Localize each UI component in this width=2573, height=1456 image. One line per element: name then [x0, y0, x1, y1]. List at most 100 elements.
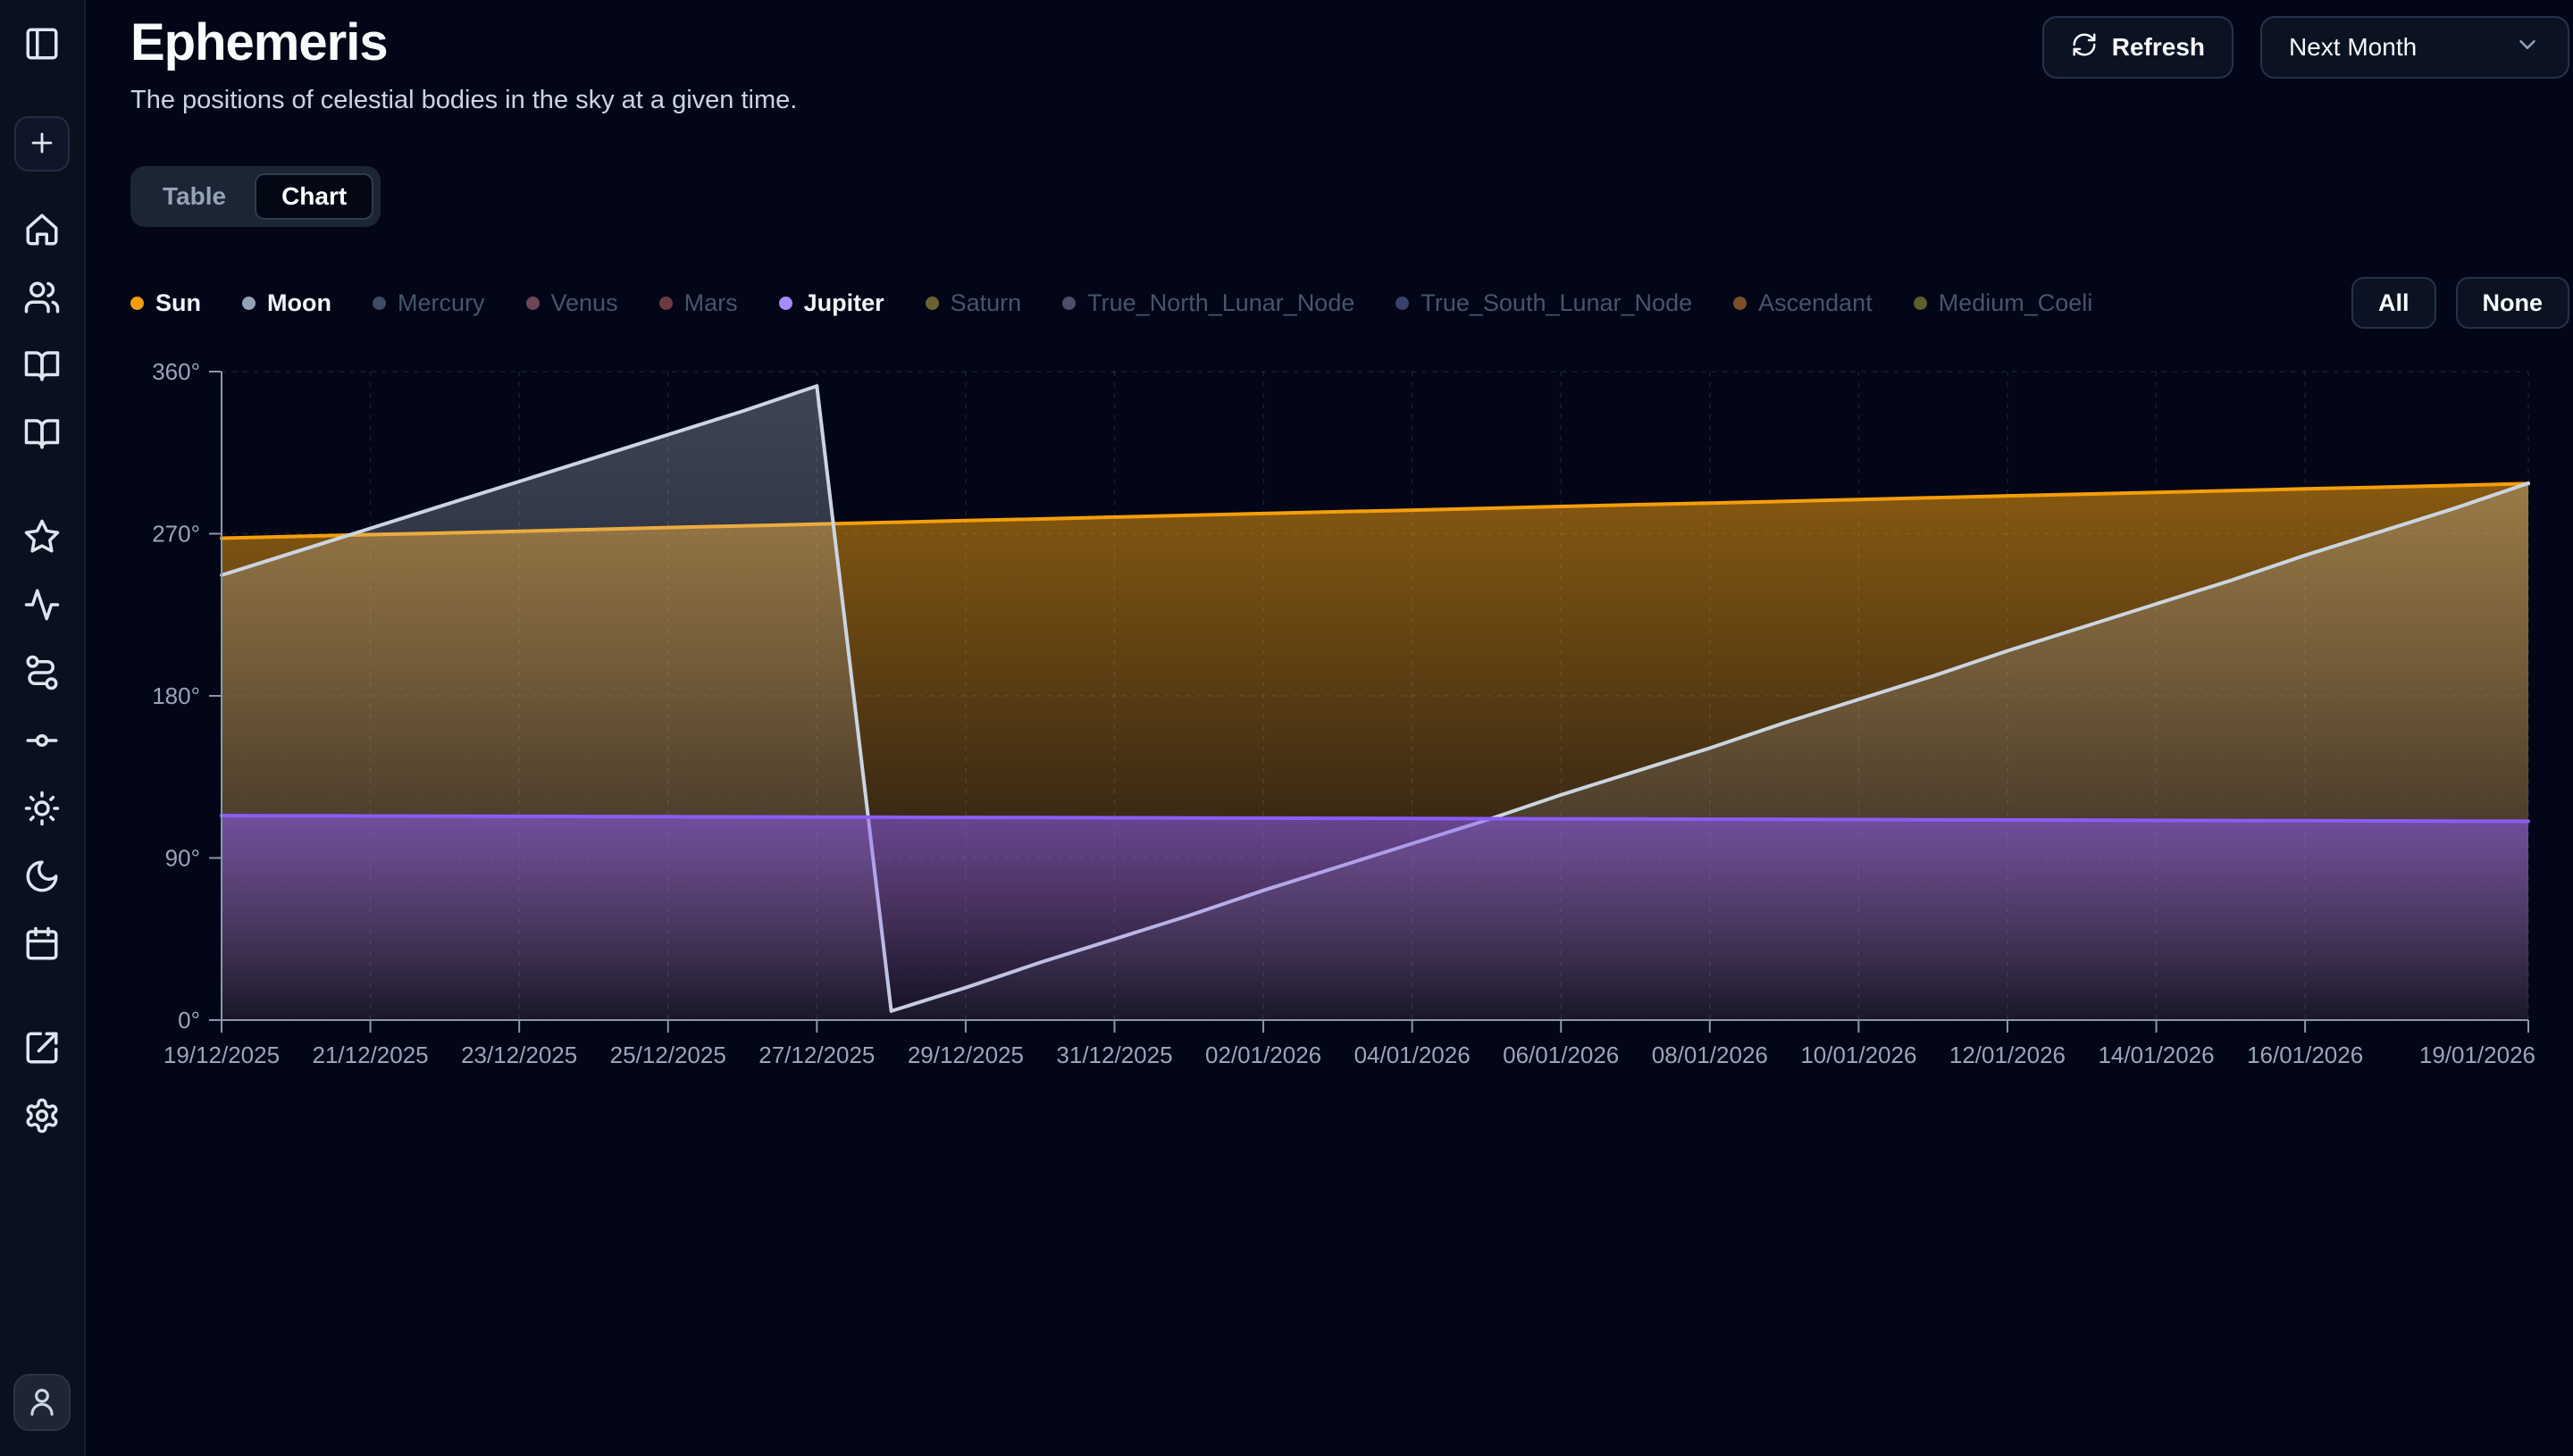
book-open-icon: [23, 414, 61, 455]
legend-item-ascendant[interactable]: Ascendant: [1733, 289, 1873, 317]
route-icon: [23, 654, 61, 694]
sidebar-item-route[interactable]: [21, 652, 63, 695]
legend-label: Saturn: [951, 289, 1022, 317]
legend-dot: [130, 297, 144, 310]
y-axis-tick-label: 360°: [152, 358, 200, 385]
user-avatar-button[interactable]: [13, 1374, 71, 1431]
legend-dot: [242, 297, 256, 310]
legend-dot: [779, 297, 792, 310]
x-axis-tick-label: 16/01/2026: [2247, 1042, 2363, 1068]
x-axis-tick-label: 04/01/2026: [1354, 1042, 1471, 1068]
sidebar-item-reference[interactable]: [21, 413, 63, 456]
period-select-value: Next Month: [2289, 33, 2417, 62]
legend-label: True_North_Lunar_Node: [1087, 289, 1354, 317]
refresh-button[interactable]: Refresh: [2042, 16, 2234, 79]
x-axis-tick-label: 19/12/2025: [163, 1042, 280, 1068]
legend-item-medium_coeli[interactable]: Medium_Coeli: [1914, 289, 2093, 317]
new-item-button[interactable]: [14, 116, 70, 172]
legend-item-venus[interactable]: Venus: [526, 289, 618, 317]
legend-item-jupiter[interactable]: Jupiter: [779, 289, 884, 317]
panel-left-icon: [23, 25, 61, 65]
x-axis-tick-label: 21/12/2025: [313, 1042, 429, 1068]
sidebar-item-transits[interactable]: [21, 584, 63, 627]
legend-label: True_South_Lunar_Node: [1421, 289, 1692, 317]
page-subtitle: The positions of celestial bodies in the…: [130, 84, 797, 116]
period-select[interactable]: Next Month: [2260, 16, 2569, 79]
legend-dot: [1733, 297, 1747, 310]
chevron-down-icon: [2514, 31, 2541, 64]
legend-label: Mars: [684, 289, 738, 317]
y-axis-tick-label: 90°: [165, 845, 200, 872]
sidebar-item-moon[interactable]: [21, 856, 63, 899]
legend-all-button[interactable]: All: [2351, 277, 2436, 329]
sidebar-item-sun[interactable]: [21, 788, 63, 831]
x-axis-tick-label: 10/01/2026: [1800, 1042, 1916, 1068]
sidebar: [0, 0, 86, 1456]
legend-item-mercury[interactable]: Mercury: [373, 289, 485, 317]
page-title: Ephemeris: [130, 14, 797, 71]
x-axis-tick-label: 02/01/2026: [1205, 1042, 1321, 1068]
legend-none-button[interactable]: None: [2456, 277, 2570, 329]
legend-item-mars[interactable]: Mars: [659, 289, 738, 317]
x-axis-tick-label: 06/01/2026: [1503, 1042, 1619, 1068]
sidebar-item-external[interactable]: [21, 1027, 63, 1070]
main-content: Ephemeris The positions of celestial bod…: [86, 0, 2573, 1456]
calendar-icon: [23, 925, 61, 966]
view-tabs: Table Chart: [130, 166, 381, 227]
activity-icon: [23, 586, 61, 626]
x-axis-tick-label: 14/01/2026: [2098, 1042, 2214, 1068]
git-commit-icon: [23, 722, 61, 762]
legend-label: Sun: [155, 289, 201, 317]
x-axis-tick-label: 27/12/2025: [758, 1042, 875, 1068]
legend-label: Venus: [551, 289, 618, 317]
sidebar-item-library[interactable]: [21, 345, 63, 388]
legend-dot: [926, 297, 939, 310]
star-icon: [23, 518, 61, 558]
refresh-button-label: Refresh: [2112, 33, 2205, 62]
x-axis-tick-label: 25/12/2025: [610, 1042, 726, 1068]
x-axis-tick-label: 23/12/2025: [461, 1042, 577, 1068]
sidebar-item-calendar[interactable]: [21, 924, 63, 966]
legend-label: Mercury: [398, 289, 485, 317]
x-axis-tick-label: 29/12/2025: [908, 1042, 1024, 1068]
x-axis-tick-label: 31/12/2025: [1056, 1042, 1172, 1068]
sidebar-item-home[interactable]: [21, 209, 63, 252]
sidebar-toggle-button[interactable]: [21, 23, 63, 66]
moon-icon: [23, 858, 61, 898]
x-axis-tick-label: 12/01/2026: [1949, 1042, 2066, 1068]
external-link-icon: [23, 1029, 61, 1069]
legend-dot: [659, 297, 673, 310]
tab-table[interactable]: Table: [138, 173, 251, 220]
y-axis-tick-label: 180°: [152, 682, 200, 709]
x-axis-tick-label: 08/01/2026: [1652, 1042, 1768, 1068]
legend-dot: [1395, 297, 1409, 310]
sidebar-item-people[interactable]: [21, 277, 63, 320]
ephemeris-chart[interactable]: 0°90°180°270°360°19/12/202521/12/202523/…: [130, 357, 2569, 1072]
users-icon: [23, 279, 61, 319]
legend-dot: [1062, 297, 1076, 310]
chart-canvas[interactable]: 0°90°180°270°360°19/12/202521/12/202523/…: [130, 357, 2569, 1072]
legend-dot: [526, 297, 540, 310]
tab-chart[interactable]: Chart: [255, 173, 373, 220]
legend-dot: [373, 297, 386, 310]
legend-item-sun[interactable]: Sun: [130, 289, 201, 317]
home-icon: [23, 211, 61, 251]
x-axis-tick-label: 19/01/2026: [2419, 1042, 2535, 1068]
sun-icon: [23, 790, 61, 830]
user-icon: [25, 1385, 59, 1421]
legend-item-moon[interactable]: Moon: [242, 289, 331, 317]
plus-icon: [27, 128, 57, 161]
legend-label: Medium_Coeli: [1939, 289, 2093, 317]
y-axis-tick-label: 0°: [178, 1007, 200, 1033]
chart-legend: Sun Moon Mercury Venus Mars Jupiter Saturn True…: [130, 289, 2133, 317]
legend-item-true_north_lunar_node[interactable]: True_North_Lunar_Node: [1062, 289, 1354, 317]
legend-label: Moon: [267, 289, 331, 317]
legend-label: Ascendant: [1758, 289, 1873, 317]
sidebar-item-favorites[interactable]: [21, 516, 63, 559]
legend-item-saturn[interactable]: Saturn: [926, 289, 1022, 317]
sidebar-item-settings[interactable]: [21, 1095, 63, 1138]
sidebar-item-ephemeris[interactable]: [21, 720, 63, 763]
legend-item-true_south_lunar_node[interactable]: True_South_Lunar_Node: [1395, 289, 1692, 317]
legend-row: Sun Moon Mercury Venus Mars Jupiter Saturn True…: [130, 277, 2569, 329]
legend-dot: [1914, 297, 1927, 310]
